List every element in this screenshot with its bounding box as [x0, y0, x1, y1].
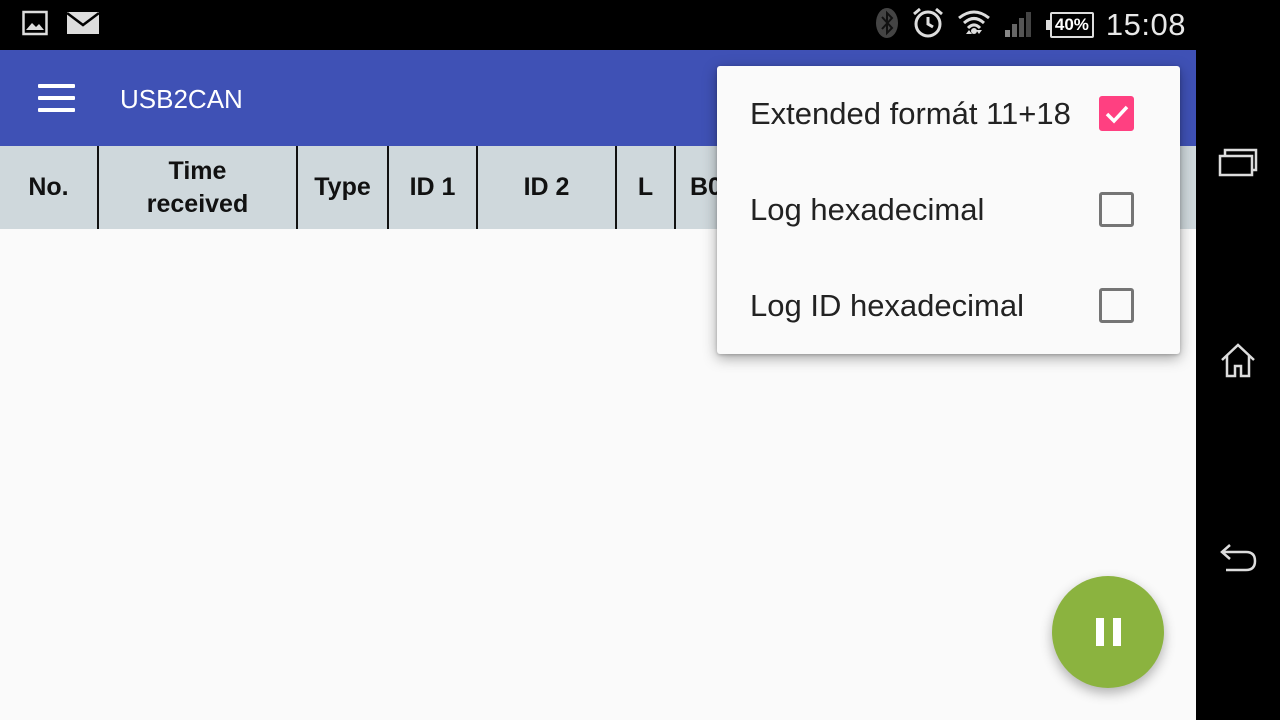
log-hexadecimal-checkbox[interactable]	[1099, 192, 1134, 227]
hamburger-menu-icon[interactable]	[30, 74, 82, 122]
column-header-type: Type	[298, 146, 389, 229]
battery-level: 40%	[1049, 12, 1094, 38]
pause-button[interactable]	[1052, 576, 1164, 688]
column-header-id2: ID 2	[478, 146, 617, 229]
app-title: USB2CAN	[120, 84, 243, 114]
navigation-bar	[1196, 0, 1280, 720]
checkmark-icon	[1105, 105, 1128, 124]
menu-item-label: Extended formát 11+18	[750, 96, 1071, 131]
options-menu: Extended formát 11+18 Log hexadecimal Lo…	[717, 66, 1180, 354]
image-icon	[22, 10, 48, 40]
clock: 15:08	[1105, 7, 1186, 42]
column-header-id1: ID 1	[389, 146, 478, 229]
menu-item-log-id-hexadecimal[interactable]: Log ID hexadecimal	[717, 258, 1180, 354]
recents-icon[interactable]	[1214, 138, 1262, 186]
column-header-length: L	[617, 146, 676, 229]
column-header-no: No.	[0, 146, 99, 229]
pause-icon	[1095, 618, 1121, 646]
status-bar: 40% 15:08	[0, 0, 1196, 50]
log-id-hexadecimal-checkbox[interactable]	[1099, 288, 1134, 323]
wifi-icon	[957, 8, 991, 42]
menu-item-log-hexadecimal[interactable]: Log hexadecimal	[717, 162, 1180, 258]
battery-icon: 40%	[1045, 12, 1094, 38]
bluetooth-icon	[875, 7, 899, 43]
menu-item-label: Log hexadecimal	[750, 192, 985, 227]
menu-item-extended-format[interactable]: Extended formát 11+18	[717, 66, 1180, 162]
home-icon[interactable]	[1214, 336, 1262, 384]
back-icon[interactable]	[1214, 534, 1262, 582]
column-header-time-received: Time received	[99, 146, 298, 229]
alarm-icon	[911, 6, 945, 44]
extended-format-checkbox[interactable]	[1099, 96, 1134, 131]
signal-icon	[1003, 8, 1035, 42]
mail-icon	[66, 10, 100, 40]
menu-item-label: Log ID hexadecimal	[750, 288, 1024, 323]
